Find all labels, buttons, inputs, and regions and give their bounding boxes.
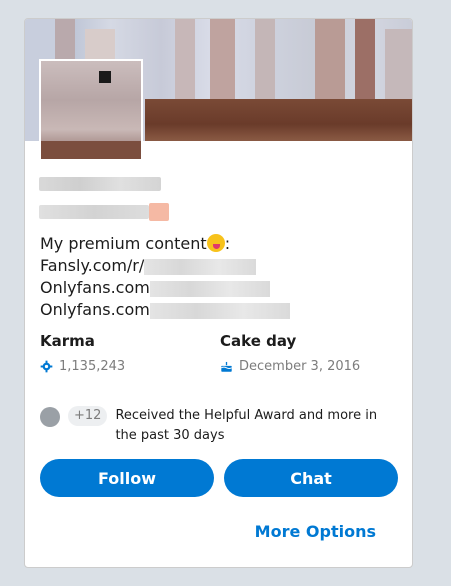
username-badge-redacted (149, 203, 169, 221)
cake-day-label: Cake day (220, 332, 297, 350)
bio-line: Onlyfans.com (40, 299, 400, 321)
banner-belt-area (145, 99, 412, 141)
bio-line: Fansly.com/r/ (40, 255, 400, 277)
bio-line: My premium content: (40, 234, 231, 253)
award-icon (40, 407, 60, 427)
tongue-out-emoji-icon (206, 234, 225, 252)
cake-day-stat: Cake day December 3, 2016 (220, 332, 360, 374)
cake-day-value: December 3, 2016 (239, 359, 361, 374)
karma-label: Karma (40, 332, 95, 350)
display-name-redacted (39, 177, 161, 191)
award-count-badge: +12 (68, 406, 108, 426)
karma-value: 1,135,243 (59, 359, 126, 374)
follow-button[interactable]: Follow (40, 459, 214, 497)
profile-card: My premium content: Fansly.com/r/ Onlyfa… (24, 18, 413, 568)
avatar[interactable] (39, 59, 143, 161)
cake-icon (221, 361, 232, 372)
profile-bio: My premium content: Fansly.com/r/ Onlyfa… (40, 233, 400, 321)
redacted-text (149, 280, 270, 297)
redacted-text (149, 302, 290, 319)
username-redacted (39, 205, 149, 219)
recent-awards[interactable]: +12 Received the Helpful Award and more … (40, 406, 400, 446)
award-text: Received the Helpful Award and more in t… (115, 408, 378, 443)
chat-button[interactable]: Chat (224, 459, 398, 497)
karma-gear-icon (40, 360, 53, 373)
karma-stat: Karma 1,135,243 (40, 332, 125, 374)
bio-line: Onlyfans.com (40, 277, 400, 299)
more-options-link[interactable]: More Options (255, 522, 376, 541)
redacted-text (144, 258, 257, 275)
